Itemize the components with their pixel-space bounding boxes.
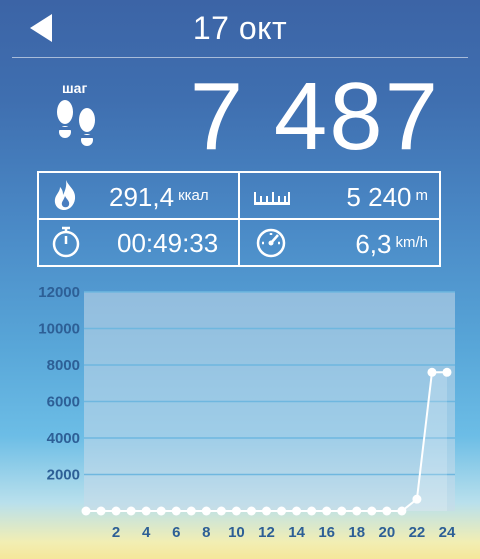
- steps-count: 7 487: [189, 63, 440, 170]
- data-point: [262, 506, 271, 516]
- data-point: [156, 506, 166, 516]
- speed-cell: 6,3 km/h: [240, 220, 438, 265]
- duration-value: 00:49:33: [117, 228, 219, 258]
- data-point: [216, 506, 226, 516]
- data-point: [442, 367, 452, 377]
- speedometer-icon: [256, 228, 286, 258]
- data-point: [382, 506, 392, 516]
- data-point: [337, 506, 347, 516]
- x-tick-label: 18: [348, 524, 365, 541]
- calories-number: 291,4: [109, 182, 175, 212]
- x-tick-label: 12: [258, 524, 275, 541]
- data-point: [367, 506, 377, 516]
- distance-cell: 5 240 m: [240, 173, 438, 218]
- steps-chart-svg: 200040006000800010000120002 4 6 8 10 12 14 16 18…: [38, 284, 456, 541]
- data-point: [201, 506, 211, 516]
- y-tick-label: 6000: [47, 394, 80, 411]
- data-point: [352, 506, 362, 516]
- data-point: [96, 506, 106, 516]
- x-tick-label: 10: [228, 524, 245, 541]
- header: 17 окт: [0, 0, 480, 58]
- data-point: [292, 506, 302, 516]
- y-tick-label: 12000: [38, 284, 80, 301]
- data-point: [427, 367, 437, 377]
- steps-label: шаг: [62, 80, 88, 96]
- duration-cell: 00:49:33: [39, 220, 237, 265]
- distance-unit: m: [415, 187, 429, 204]
- data-point: [141, 506, 151, 516]
- data-point: [111, 506, 121, 516]
- data-point: [277, 506, 287, 516]
- header-divider: [12, 57, 468, 58]
- steps-chart: 2000 4000 6000 8000 10000 12000 2 4 6 8 10 12 14 16 18…: [0, 280, 480, 559]
- y-tick-label: 10000: [38, 321, 80, 338]
- data-point: [81, 506, 91, 516]
- calories-cell: 291,4 ккал: [39, 173, 237, 218]
- speed-unit: km/h: [395, 234, 428, 251]
- data-point: [307, 506, 317, 516]
- data-point: [126, 506, 136, 516]
- stopwatch-icon: [52, 226, 80, 258]
- x-tick-label: 16: [318, 524, 335, 541]
- stats-grid: 291,4 ккал 5 240 m 00:49:33 6,3 km/h: [37, 171, 441, 267]
- x-tick-label: 2: [112, 524, 120, 541]
- speed-number: 6,3: [355, 229, 392, 259]
- y-tick-label: 4000: [47, 430, 80, 447]
- date-title: 17 окт: [192, 10, 288, 46]
- calories-value: 291,4 ккал: [109, 182, 209, 211]
- ruler-icon: [254, 192, 290, 205]
- footprints-icon: [57, 100, 95, 146]
- flame-icon: [54, 180, 76, 210]
- x-tick-label: 6: [172, 524, 180, 541]
- y-tick-label: 2000: [47, 467, 80, 484]
- x-tick-label: 14: [288, 524, 305, 541]
- speed-value: 6,3 km/h: [355, 229, 428, 258]
- x-tick-label: 8: [202, 524, 210, 541]
- x-tick-label: 24: [439, 524, 456, 541]
- data-point: [412, 494, 422, 504]
- data-point: [246, 506, 256, 516]
- distance-value: 5 240 m: [346, 182, 428, 211]
- data-point: [186, 506, 196, 516]
- calories-unit: ккал: [178, 187, 209, 204]
- x-tick-label: 20: [378, 524, 395, 541]
- data-point: [171, 506, 181, 516]
- x-tick-label: 22: [409, 524, 426, 541]
- data-point: [397, 506, 407, 516]
- data-point: [231, 506, 241, 516]
- x-tick-label: 4: [142, 524, 151, 541]
- data-point: [322, 506, 332, 516]
- y-tick-label: 8000: [47, 357, 80, 374]
- distance-number: 5 240: [346, 182, 412, 212]
